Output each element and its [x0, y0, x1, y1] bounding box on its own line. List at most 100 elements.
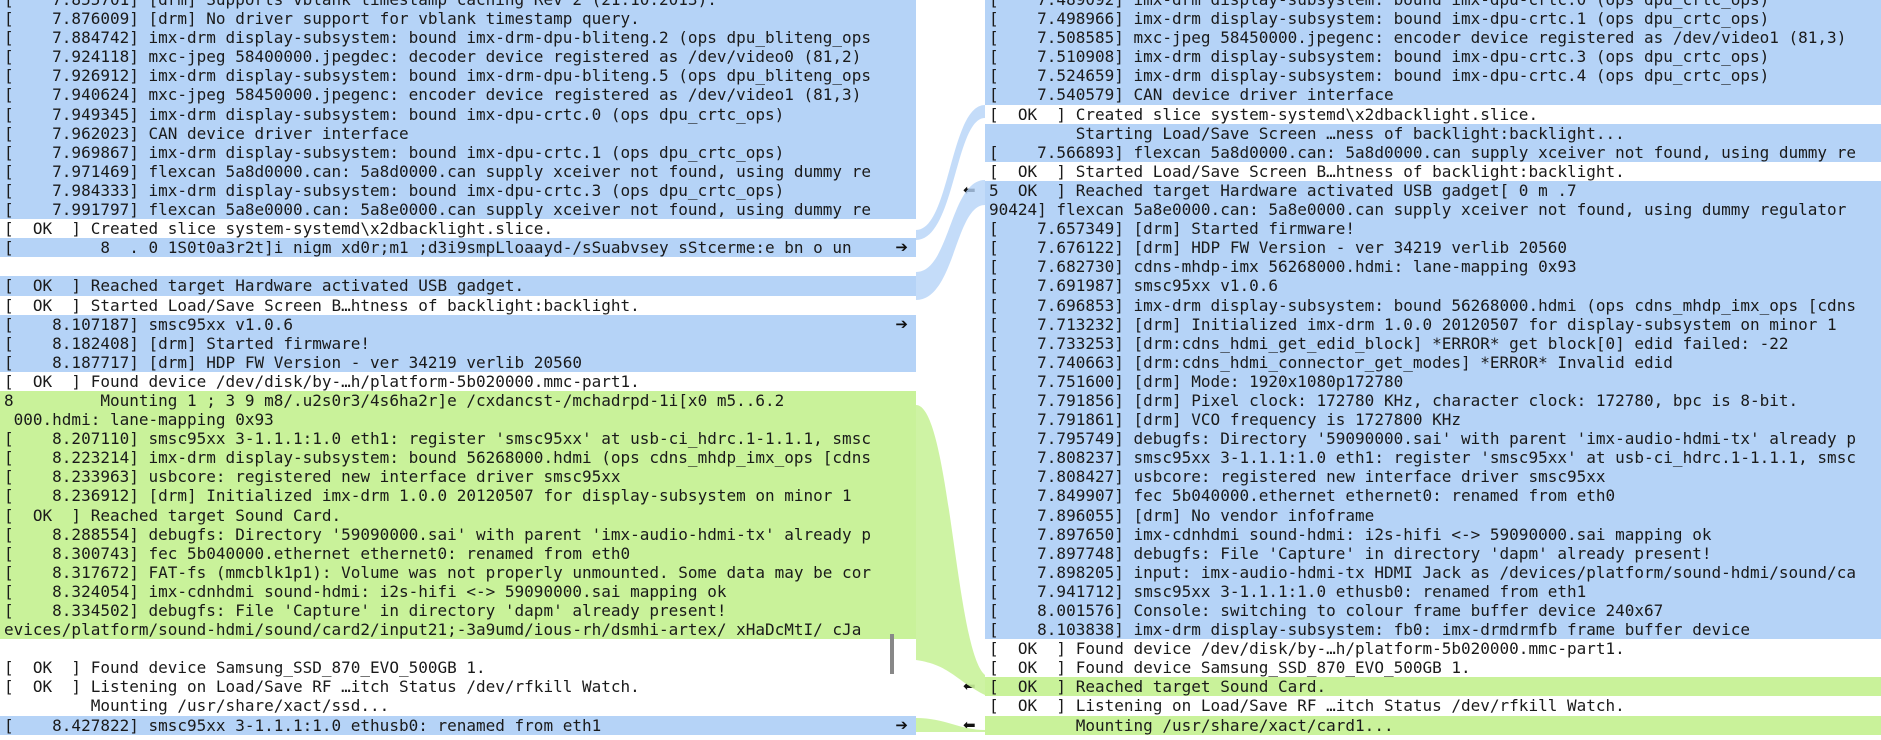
right-log-line[interactable]: [ 7.682730] cdns-mhdp-imx 56268000.hdmi:…	[985, 257, 1881, 277]
left-diff-pane[interactable]: [ 7.855701] [drm] Supports vblank timest…	[0, 0, 916, 740]
right-log-line-text: 5 OK ] Reached target Hardware activated…	[989, 180, 1577, 200]
left-scroll-thumb[interactable]	[890, 634, 894, 674]
right-log-line[interactable]: [ 7.791861] [drm] VCO frequency is 17278…	[985, 410, 1881, 430]
left-log-line[interactable]: [ 8.324054] imx-cdnhdmi sound-hdmi: i2s-…	[0, 581, 916, 601]
left-log-line[interactable]: [ 8.207110] smsc95xx 3-1.1.1:1.0 eth1: r…	[0, 429, 916, 449]
left-log-line[interactable]: [ 7.984333] imx-drm display-subsystem: b…	[0, 180, 916, 201]
left-log-line[interactable]	[0, 639, 916, 659]
right-log-line[interactable]: [ 7.713232] [drm] Initialized imx-drm 1.…	[985, 314, 1881, 334]
left-log-line[interactable]: [ 8.300743] fec 5b040000.ethernet ethern…	[0, 543, 916, 563]
left-log-line[interactable]: [ OK ] Reached target Hardware activated…	[0, 276, 916, 296]
right-log-line[interactable]: [ 7.897748] debugfs: File 'Capture' in d…	[985, 543, 1881, 563]
left-log-line[interactable]: [ OK ] Found device Samsung_SSD_870_EVO_…	[0, 658, 916, 678]
right-log-line[interactable]: [ 7.524659] imx-drm display-subsystem: b…	[985, 66, 1881, 86]
left-log-line-text: [ 7.876009] [drm] No driver support for …	[4, 9, 640, 29]
right-log-line[interactable]: [ OK ] Found device /dev/disk/by-…h/plat…	[985, 639, 1881, 659]
right-log-line-text: [ OK ] Listening on Load/Save RF …itch S…	[989, 696, 1625, 716]
right-log-line[interactable]: [ 7.733253] [drm:cdns_hdmi_get_edid_bloc…	[985, 333, 1881, 353]
left-log-line[interactable]: [ 8.187717] [drm] HDP FW Version - ver 3…	[0, 352, 916, 372]
left-log-line-text: [ 7.984333] imx-drm display-subsystem: b…	[4, 180, 785, 200]
left-log-line-text: [ 8.236912] [drm] Initialized imx-drm 1.…	[4, 486, 852, 506]
left-log-line[interactable]: Mounting /usr/share/xact/ssd...	[0, 696, 916, 716]
left-log-line[interactable]: [ 8.223214] imx-drm display-subsystem: b…	[0, 448, 916, 468]
right-log-line[interactable]: [ 7.751600] [drm] Mode: 1920x1080p172780	[985, 371, 1881, 391]
left-log-line[interactable]: [ 7.971469] flexcan 5a8d0000.can: 5a8d00…	[0, 161, 916, 181]
right-diff-pane[interactable]: [ 7.489092] imx-drm display-subsystem: b…	[963, 0, 1881, 740]
left-log-line-text: 8 Mounting 1 ; 3 9 m8/.u2s0r3/4s6ha2r]e …	[4, 390, 785, 410]
left-log-line[interactable]: [ 8.288554] debugfs: Directory '59090000…	[0, 524, 916, 544]
left-log-line[interactable]: [ 7.926912] imx-drm display-subsystem: b…	[0, 66, 916, 86]
left-log-line[interactable]: evices/platform/sound-hdmi/sound/card2/i…	[0, 620, 916, 640]
right-log-line[interactable]: [ 7.510908] imx-drm display-subsystem: b…	[985, 47, 1881, 67]
right-log-line[interactable]: [ 7.795749] debugfs: Directory '59090000…	[985, 429, 1881, 449]
left-log-line[interactable]: [ OK ] Found device /dev/disk/by-…h/plat…	[0, 371, 916, 391]
right-log-line-text: [ 7.751600] [drm] Mode: 1920x1080p172780	[989, 371, 1404, 391]
right-log-line[interactable]: [ OK ] Listening on Load/Save RF …itch S…	[985, 696, 1881, 716]
left-log-line[interactable]: [ OK ] Started Load/Save Screen B…htness…	[0, 295, 916, 315]
right-log-line-text: [ 7.508585] mxc-jpeg 58450000.jpegenc: e…	[989, 28, 1847, 48]
left-log-line[interactable]: [ 8.233963] usbcore: registered new inte…	[0, 467, 916, 487]
left-log-line[interactable]: [ 7.940624] mxc-jpeg 58450000.jpegenc: e…	[0, 85, 916, 105]
left-log-line[interactable]: [ 7.969867] imx-drm display-subsystem: b…	[0, 142, 916, 162]
right-log-line[interactable]: [ 7.941712] smsc95xx 3-1.1.1:1.0 ethusb0…	[985, 581, 1881, 601]
right-log-line[interactable]: [ 7.696853] imx-drm display-subsystem: b…	[985, 295, 1881, 315]
right-log-line[interactable]: [ 7.657349] [drm] Started firmware!	[985, 219, 1881, 239]
left-log-line[interactable]: [ OK ] Listening on Load/Save RF …itch S…	[0, 677, 916, 697]
left-log-line[interactable]: 000.hdmi: lane-mapping 0x93	[0, 410, 916, 430]
right-log-line-text: [ 7.808237] smsc95xx 3-1.1.1:1.0 eth1: r…	[989, 448, 1856, 468]
left-log-line-text: [ 8.324054] imx-cdnhdmi sound-hdmi: i2s-…	[4, 581, 727, 601]
right-log-line[interactable]: [ 7.849907] fec 5b040000.ethernet ethern…	[985, 486, 1881, 506]
left-log-line[interactable]: [ 8.182408] [drm] Started firmware!	[0, 333, 916, 353]
left-log-line[interactable]: [ 7.991797] flexcan 5a8e0000.can: 5a8e00…	[0, 200, 916, 220]
left-log-line[interactable]: [ OK ] Created slice system-systemd\x2db…	[0, 219, 916, 239]
right-log-line[interactable]: [ 7.566893] flexcan 5a8d0000.can: 5a8d00…	[985, 142, 1881, 162]
right-log-line[interactable]: [ 7.897650] imx-cdnhdmi sound-hdmi: i2s-…	[985, 524, 1881, 544]
right-log-line[interactable]: [ 7.489092] imx-drm display-subsystem: b…	[985, 0, 1881, 10]
right-log-line[interactable]: [ 7.498966] imx-drm display-subsystem: b…	[985, 9, 1881, 29]
left-log-line[interactable]: [ 8.334502] debugfs: File 'Capture' in d…	[0, 601, 916, 621]
copy-right-arrow-icon[interactable]: ➔	[895, 315, 908, 334]
left-log-line[interactable]: [ OK ] Reached target Sound Card.	[0, 505, 916, 525]
copy-right-arrow-icon[interactable]: ➔	[895, 238, 908, 257]
right-log-line[interactable]: [ 7.676122] [drm] HDP FW Version - ver 3…	[985, 238, 1881, 258]
copy-left-arrow-icon[interactable]: ⬅	[963, 181, 976, 200]
left-log-line[interactable]: [ 7.924118] mxc-jpeg 58400000.jpegdec: d…	[0, 47, 916, 67]
right-log-line[interactable]: [ 7.898205] input: imx-audio-hdmi-tx HDM…	[985, 562, 1881, 582]
left-log-line-text: [ OK ] Started Load/Save Screen B…htness…	[4, 295, 640, 315]
right-log-line[interactable]: [ 7.808237] smsc95xx 3-1.1.1:1.0 eth1: r…	[985, 448, 1881, 468]
left-log-line[interactable]: [ 8 . 0 1S0t0a3r2t]i nigm xd0r;m1 ;d3i9s…	[0, 238, 916, 258]
left-log-line[interactable]: [ 7.855701] [drm] Supports vblank timest…	[0, 0, 916, 10]
left-log-line-text: [ OK ] Listening on Load/Save RF …itch S…	[4, 677, 640, 697]
left-log-line[interactable]: [ 8.107187] smsc95xx v1.0.6 ➔	[0, 314, 916, 334]
right-log-line[interactable]: [ OK ] Started Load/Save Screen B…htness…	[985, 161, 1881, 181]
right-log-line[interactable]: [ 7.896055] [drm] No vendor infoframe	[985, 505, 1881, 525]
right-log-line[interactable]: [ 7.791856] [drm] Pixel clock: 172780 KH…	[985, 390, 1881, 411]
right-log-line[interactable]: 90424] flexcan 5a8e0000.can: 5a8e0000.ca…	[985, 200, 1881, 220]
left-log-line[interactable]: [ 8.317672] FAT-fs (mmcblk1p1): Volume w…	[0, 562, 916, 582]
left-log-line-text: [ OK ] Reached target Hardware activated…	[4, 276, 525, 296]
right-log-line[interactable]: [ 7.540579] CAN device driver interface	[985, 85, 1881, 105]
right-log-line[interactable]: [ 7.808427] usbcore: registered new inte…	[985, 467, 1881, 487]
right-log-line[interactable]: [ 7.691987] smsc95xx v1.0.6	[985, 276, 1881, 296]
left-log-line[interactable]: [ 7.884742] imx-drm display-subsystem: b…	[0, 28, 916, 48]
right-log-line[interactable]: [ 8.103838] imx-drm display-subsystem: f…	[985, 620, 1881, 640]
left-log-line[interactable]: [ 7.949345] imx-drm display-subsystem: b…	[0, 104, 916, 124]
right-log-line[interactable]: [ OK ] Reached target Sound Card. ⬅	[963, 677, 1881, 697]
right-log-line[interactable]: [ 7.740663] [drm:cdns_hdmi_connector_get…	[985, 352, 1881, 372]
left-log-line-text: [ 7.940624] mxc-jpeg 58450000.jpegenc: e…	[4, 85, 862, 105]
left-log-line[interactable]: 8 Mounting 1 ; 3 9 m8/.u2s0r3/4s6ha2r]e …	[0, 390, 916, 411]
left-log-line[interactable]: [ 7.876009] [drm] No driver support for …	[0, 9, 916, 29]
left-log-line-text: [ 7.949345] imx-drm display-subsystem: b…	[4, 104, 785, 124]
left-log-line[interactable]	[0, 257, 916, 277]
left-log-line-text: [ OK ] Created slice system-systemd\x2db…	[4, 219, 554, 239]
right-log-line[interactable]: [ 8.001576] Console: switching to colour…	[985, 601, 1881, 621]
right-log-line[interactable]: [ OK ] Created slice system-systemd\x2db…	[985, 104, 1881, 124]
right-log-line[interactable]: [ OK ] Found device Samsung_SSD_870_EVO_…	[985, 658, 1881, 678]
right-log-line[interactable]: [ 7.508585] mxc-jpeg 58450000.jpegenc: e…	[985, 28, 1881, 48]
copy-left-arrow-icon[interactable]: ⬅	[963, 677, 976, 696]
left-log-line-text: 000.hdmi: lane-mapping 0x93	[4, 410, 274, 430]
left-log-line[interactable]: [ 7.962023] CAN device driver interface	[0, 123, 916, 143]
right-log-line[interactable]: Starting Load/Save Screen …ness of backl…	[985, 123, 1881, 143]
right-log-line[interactable]: 5 OK ] Reached target Hardware activated…	[963, 180, 1881, 201]
left-log-line[interactable]: [ 8.236912] [drm] Initialized imx-drm 1.…	[0, 486, 916, 506]
